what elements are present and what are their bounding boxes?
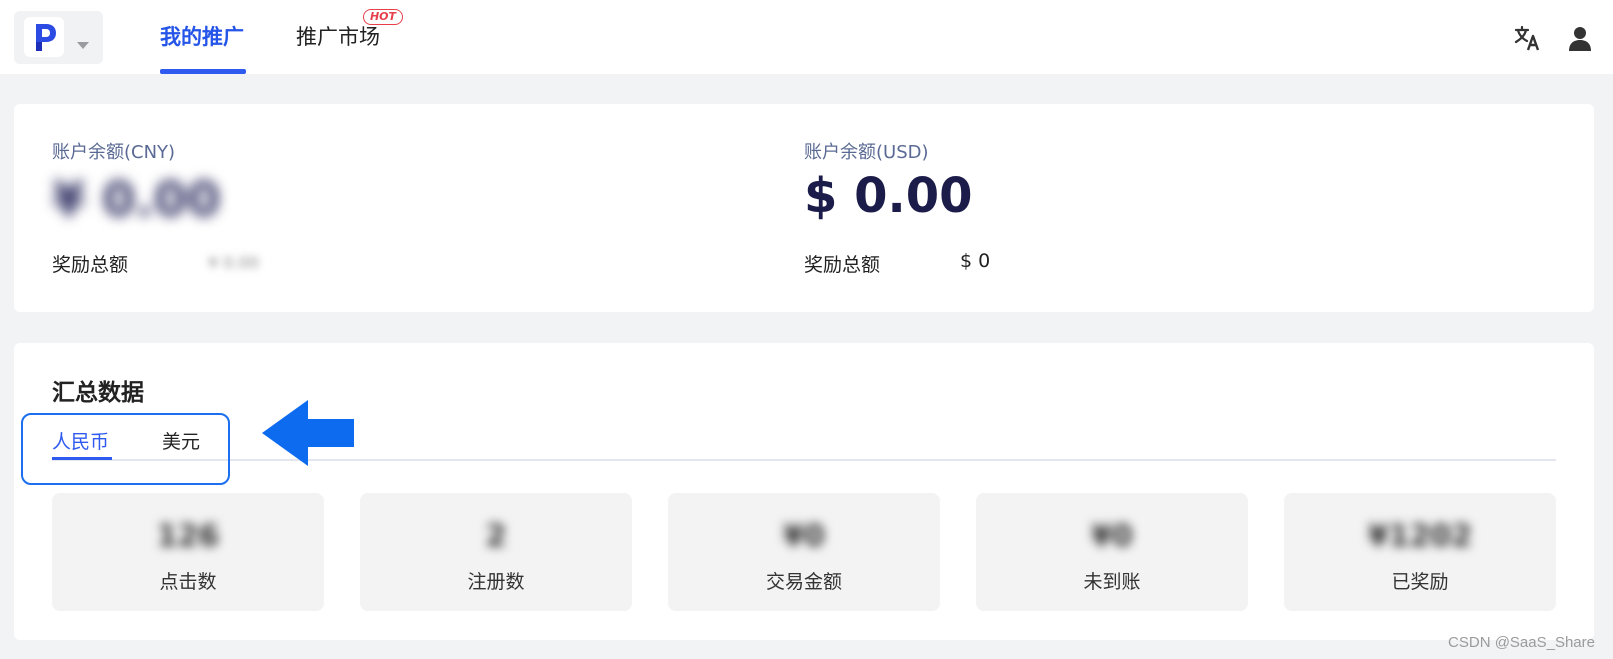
stat-label: 已奖励 — [1391, 571, 1449, 593]
nav-tab-my-promotion[interactable]: 我的推广 — [160, 22, 244, 52]
app-logo — [24, 17, 64, 57]
nav-active-indicator — [160, 69, 246, 74]
stat-label: 交易金额 — [765, 571, 842, 593]
stat-registrations: 2 注册数 — [360, 493, 632, 611]
nav-tab-promotion-market[interactable]: 推广市场 — [296, 22, 380, 52]
p-logo-icon — [36, 24, 56, 51]
cny-balance-label: 账户余额(CNY) — [52, 142, 176, 163]
stat-value: 126 — [156, 519, 220, 554]
stat-pending: ¥0 未到账 — [976, 493, 1248, 611]
stat-clicks: 126 点击数 — [52, 493, 324, 611]
top-header: 我的推广 推广市场 HOT — [0, 0, 1613, 74]
hot-badge: HOT — [363, 9, 403, 25]
stat-label: 注册数 — [467, 571, 525, 593]
stat-label: 未到账 — [1083, 571, 1141, 593]
cny-reward-label: 奖励总额 — [52, 254, 129, 276]
user-icon[interactable] — [1566, 24, 1594, 56]
summary-title: 汇总数据 — [52, 380, 144, 406]
stat-rewarded: ¥1202 已奖励 — [1284, 493, 1556, 611]
stat-transaction-amount: ¥0 交易金额 — [668, 493, 940, 611]
stat-value: ¥1202 — [1367, 519, 1473, 554]
translate-icon[interactable] — [1513, 24, 1541, 56]
watermark: CSDN @SaaS_Share — [1448, 634, 1595, 651]
stat-value: ¥0 — [783, 519, 825, 554]
usd-balance-amount: $ 0.00 — [804, 168, 973, 224]
usd-balance-label: 账户余额(USD) — [804, 142, 929, 163]
app-switcher[interactable] — [14, 11, 103, 64]
cny-reward-value: ¥ 0.00 — [208, 253, 259, 272]
usd-reward-value: $ 0 — [960, 250, 991, 272]
balance-card: 账户余额(CNY) ¥ 0.00 奖励总额 ¥ 0.00 账户余额(USD) $… — [14, 104, 1594, 312]
highlight-box — [21, 413, 230, 485]
stat-value: 2 — [485, 519, 507, 554]
chevron-down-icon — [76, 35, 90, 54]
arrow-left-icon — [260, 398, 356, 472]
stat-value: ¥0 — [1091, 519, 1133, 554]
usd-reward-label: 奖励总额 — [804, 254, 881, 276]
cny-balance-amount: ¥ 0.00 — [52, 172, 221, 228]
stat-label: 点击数 — [159, 571, 217, 593]
summary-card: 汇总数据 人民币 美元 126 点击数 2 注册数 ¥0 交易金额 ¥0 未到账… — [14, 343, 1594, 640]
